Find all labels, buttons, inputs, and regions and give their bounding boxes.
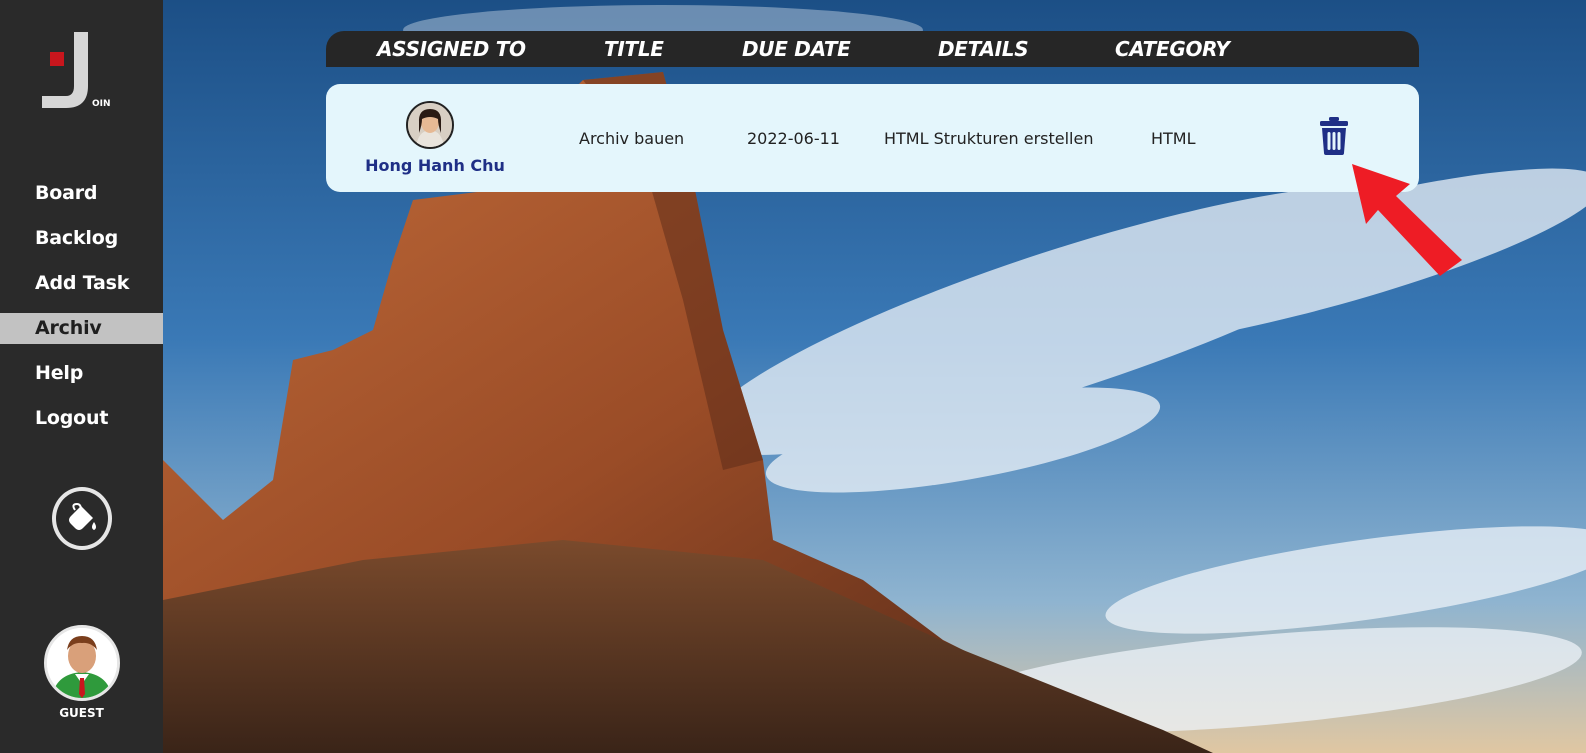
task-title: Archiv bauen: [579, 129, 685, 148]
guest-avatar-icon: [47, 628, 117, 698]
header-assigned-to: ASSIGNED TO: [377, 37, 526, 61]
nav-backlog[interactable]: Backlog: [0, 216, 163, 261]
logo-text: OIN: [92, 99, 110, 109]
delete-button[interactable]: [1319, 116, 1349, 156]
main-nav: Board Backlog Add Task Archiv Help Logou…: [0, 171, 163, 441]
join-logo[interactable]: OIN: [38, 30, 111, 114]
red-arrow-annotation: [1348, 160, 1468, 280]
nav-add-task[interactable]: Add Task: [0, 261, 163, 306]
nav-logout[interactable]: Logout: [0, 396, 163, 441]
header-category: CATEGORY: [1115, 37, 1230, 61]
trash-icon: [1320, 117, 1348, 155]
guest-avatar[interactable]: [44, 625, 120, 701]
assignee-name: Hong Hanh Chu: [365, 156, 505, 175]
assignee-avatar: [406, 101, 454, 149]
table-row: Hong Hanh Chu Archiv bauen 2022-06-11 HT…: [326, 84, 1419, 192]
nav-board[interactable]: Board: [0, 171, 163, 216]
sidebar: OIN Board Backlog Add Task Archiv Help L…: [0, 0, 163, 753]
task-details: HTML Strukturen erstellen: [884, 129, 1094, 148]
header-details: DETAILS: [938, 37, 1029, 61]
theme-button[interactable]: [52, 487, 112, 550]
header-title: TITLE: [604, 37, 664, 61]
paint-bucket-icon: [69, 502, 96, 530]
nav-archiv[interactable]: Archiv: [0, 313, 163, 344]
archive-table-header: ASSIGNED TO TITLE DUE DATE DETAILS CATEG…: [326, 31, 1419, 67]
guest-label: GUEST: [59, 706, 104, 720]
task-due-date: 2022-06-11: [747, 129, 840, 148]
task-category: HTML: [1151, 129, 1196, 148]
person-photo-icon: [408, 103, 452, 147]
header-due-date: DUE DATE: [742, 37, 851, 61]
nav-help[interactable]: Help: [0, 351, 163, 396]
